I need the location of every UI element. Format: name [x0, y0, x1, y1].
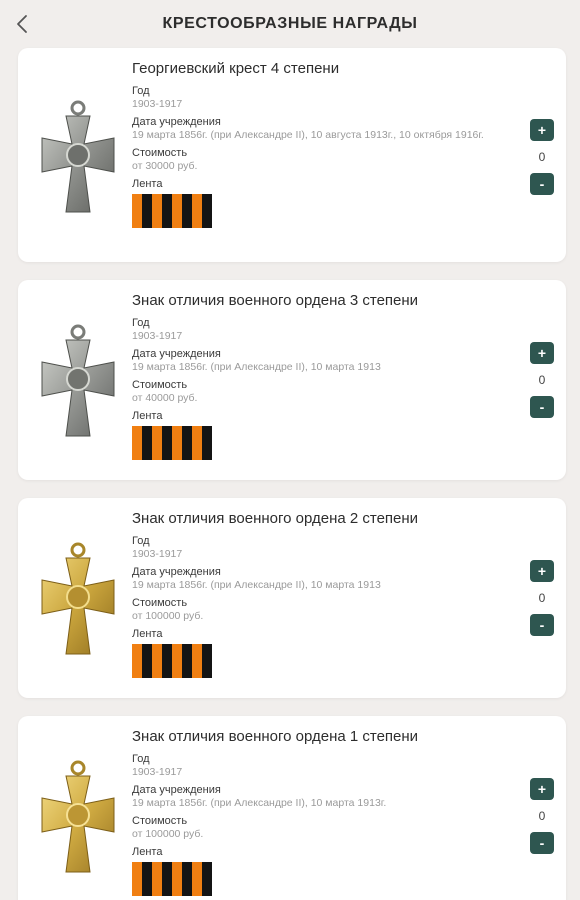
back-button[interactable]: [8, 10, 36, 38]
quantity-value: 0: [538, 809, 546, 823]
ribbon-label: Лента: [132, 178, 163, 190]
page-title: КРЕСТООБРАЗНЫЕ НАГРАДЫ: [162, 15, 418, 32]
award-info: Георгиевский крест 4 степени Год 1903-19…: [132, 60, 512, 228]
decrease-button[interactable]: -: [530, 173, 554, 195]
increase-button[interactable]: +: [530, 560, 554, 582]
year-label: Год: [132, 753, 150, 765]
year-label: Год: [132, 535, 150, 547]
ribbon-label: Лента: [132, 846, 163, 858]
established-label: Дата учреждения: [132, 784, 221, 796]
award-card[interactable]: Георгиевский крест 4 степени Год 1903-19…: [18, 48, 566, 262]
award-card[interactable]: Знак отличия военного ордена 2 степени Г…: [18, 498, 566, 698]
cross-medal-image: [41, 324, 115, 437]
quantity-value: 0: [538, 150, 546, 164]
decrease-button[interactable]: -: [530, 614, 554, 636]
quantity-stepper: + 0 -: [529, 560, 555, 636]
established-value: 19 марта 1856г. (при Александре II), 10 …: [132, 579, 381, 591]
year-label: Год: [132, 85, 150, 97]
cost-label: Стоимость: [132, 597, 188, 609]
award-info: Знак отличия военного ордена 1 степени Г…: [132, 728, 512, 896]
ribbon-swatch: [132, 862, 212, 896]
award-info: Знак отличия военного ордена 3 степени Г…: [132, 292, 512, 460]
award-card[interactable]: Знак отличия военного ордена 1 степени Г…: [18, 716, 566, 900]
increase-button[interactable]: +: [530, 119, 554, 141]
ribbon-label: Лента: [132, 410, 163, 422]
ribbon-swatch: [132, 644, 212, 678]
year-value: 1903-1917: [132, 330, 183, 342]
established-value: 19 марта 1856г. (при Александре II), 10 …: [132, 361, 381, 373]
cross-medal-image: [41, 542, 115, 655]
cost-label: Стоимость: [132, 147, 188, 159]
cross-medal-image: [41, 760, 115, 873]
increase-button[interactable]: +: [530, 342, 554, 364]
quantity-value: 0: [538, 373, 546, 387]
award-title: Георгиевский крест 4 степени: [132, 60, 340, 77]
established-label: Дата учреждения: [132, 116, 221, 128]
established-label: Дата учреждения: [132, 566, 221, 578]
established-label: Дата учреждения: [132, 348, 221, 360]
cost-label: Стоимость: [132, 815, 188, 827]
year-value: 1903-1917: [132, 548, 183, 560]
ribbon-swatch: [132, 194, 212, 228]
award-card[interactable]: Знак отличия военного ордена 3 степени Г…: [18, 280, 566, 480]
decrease-button[interactable]: -: [530, 396, 554, 418]
established-value: 19 марта 1856г. (при Александре II), 10 …: [132, 797, 387, 809]
year-value: 1903-1917: [132, 98, 183, 110]
award-title: Знак отличия военного ордена 1 степени: [132, 728, 419, 745]
cost-label: Стоимость: [132, 379, 188, 391]
increase-button[interactable]: +: [530, 778, 554, 800]
quantity-stepper: + 0 -: [529, 119, 555, 195]
decrease-button[interactable]: -: [530, 832, 554, 854]
ribbon-swatch: [132, 426, 212, 460]
cost-value: от 100000 руб.: [132, 610, 204, 622]
award-title: Знак отличия военного ордена 3 степени: [132, 292, 419, 309]
cost-value: от 100000 руб.: [132, 828, 204, 840]
cross-medal-image: [41, 100, 115, 213]
cost-value: от 40000 руб.: [132, 392, 198, 404]
award-title: Знак отличия военного ордена 2 степени: [132, 510, 419, 527]
ribbon-label: Лента: [132, 628, 163, 640]
cost-value: от 30000 руб.: [132, 160, 198, 172]
quantity-stepper: + 0 -: [529, 778, 555, 854]
established-value: 19 марта 1856г. (при Александре II), 10 …: [132, 129, 484, 141]
year-value: 1903-1917: [132, 766, 183, 778]
quantity-value: 0: [538, 591, 546, 605]
quantity-stepper: + 0 -: [529, 342, 555, 418]
award-info: Знак отличия военного ордена 2 степени Г…: [132, 510, 512, 678]
year-label: Год: [132, 317, 150, 329]
header: КРЕСТООБРАЗНЫЕ НАГРАДЫ: [0, 0, 580, 48]
chevron-left-icon: [17, 15, 27, 33]
